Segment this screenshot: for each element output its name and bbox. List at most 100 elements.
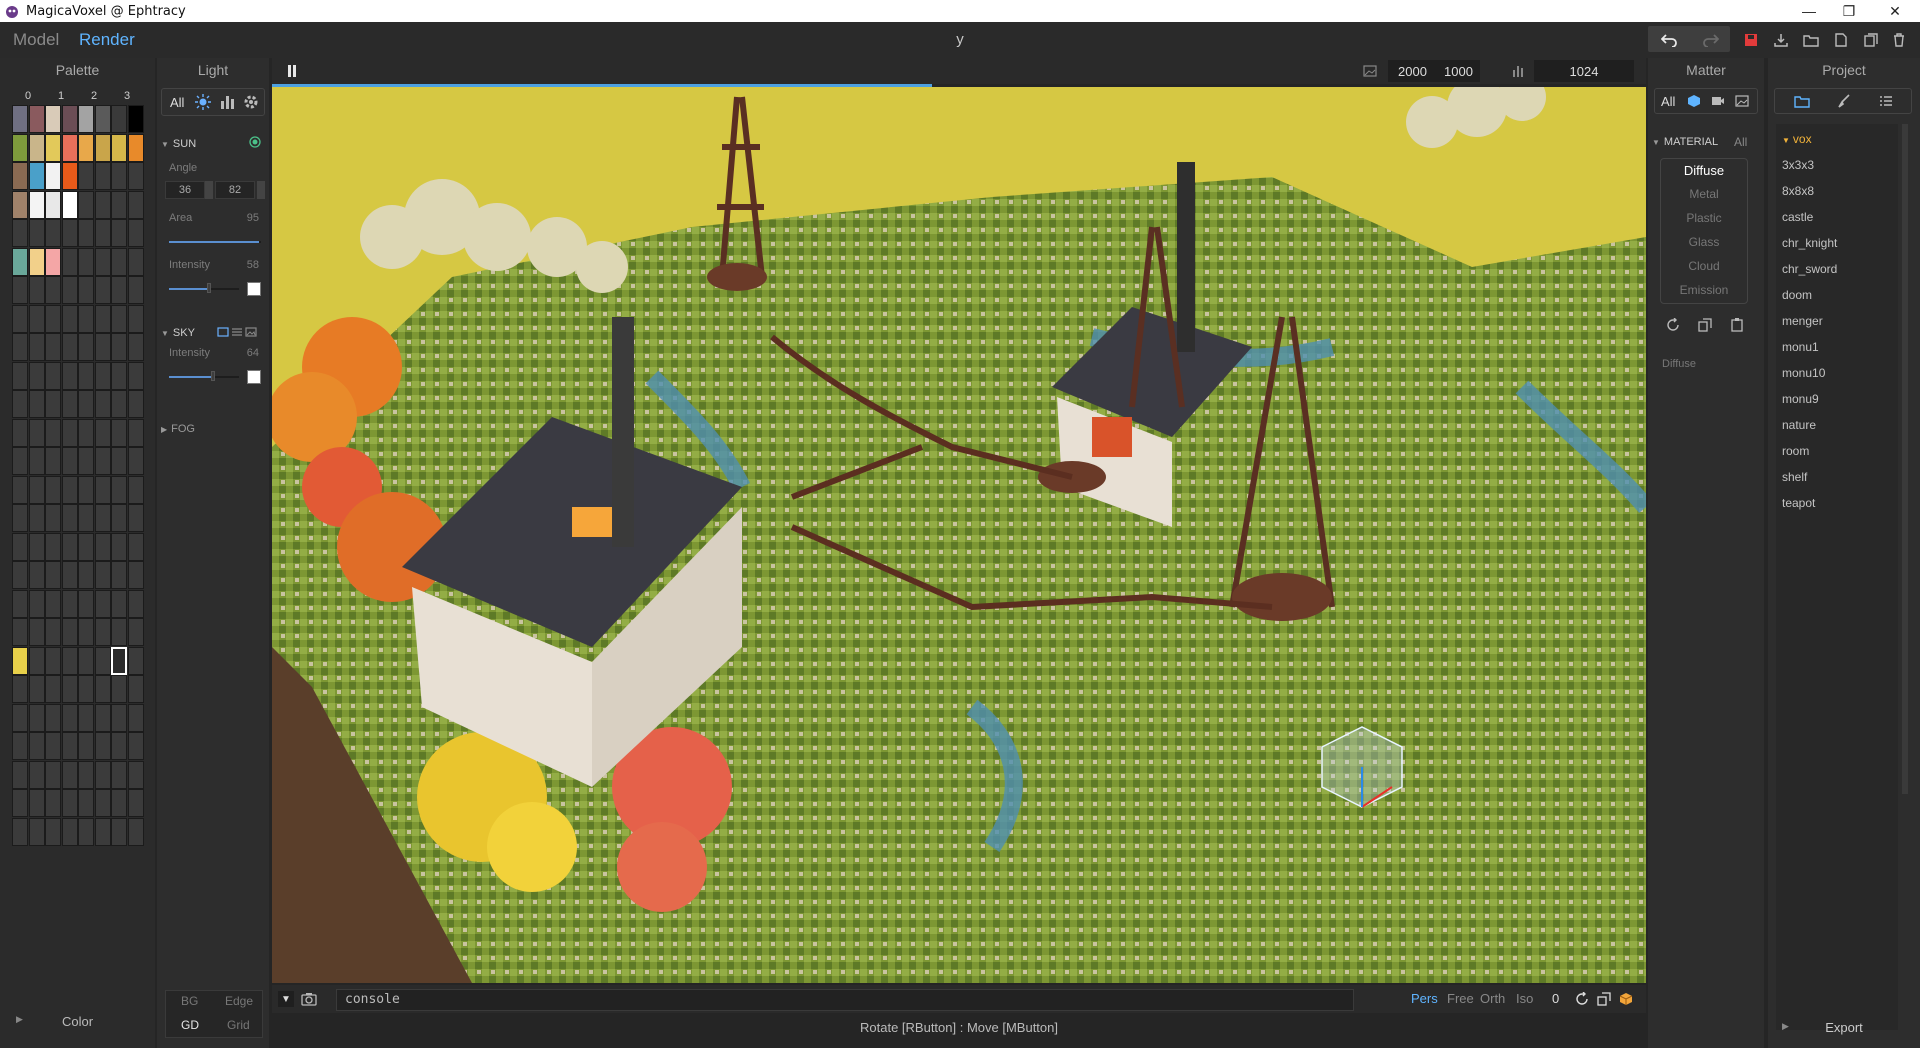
palette-swatch[interactable] bbox=[45, 532, 61, 561]
palette-swatch[interactable] bbox=[94, 190, 111, 219]
palette-swatch[interactable] bbox=[127, 675, 144, 703]
palette-swatch[interactable] bbox=[94, 390, 111, 418]
palette-swatch[interactable] bbox=[127, 105, 144, 133]
angle-a-handle[interactable] bbox=[205, 181, 213, 199]
palette-swatch[interactable] bbox=[127, 475, 144, 504]
gear-icon[interactable] bbox=[242, 94, 260, 110]
material-plastic[interactable]: Plastic bbox=[1661, 211, 1747, 225]
palette-swatch[interactable] bbox=[45, 789, 61, 817]
bg-toggle[interactable]: BG bbox=[181, 994, 198, 1008]
palette-swatch[interactable] bbox=[61, 219, 78, 247]
palette-swatch[interactable] bbox=[78, 589, 94, 618]
sun-intensity-knob[interactable] bbox=[207, 283, 211, 293]
palette-swatch[interactable] bbox=[78, 304, 94, 333]
palette-swatch[interactable] bbox=[61, 447, 78, 475]
render-width[interactable]: 2000 bbox=[1398, 64, 1427, 79]
paste-material-icon[interactable] bbox=[1728, 316, 1746, 334]
palette-swatch[interactable] bbox=[127, 447, 144, 475]
palette-swatch[interactable] bbox=[45, 589, 61, 618]
render-viewport[interactable] bbox=[272, 87, 1646, 983]
palette-swatch[interactable] bbox=[94, 589, 111, 618]
palette-swatch[interactable] bbox=[78, 276, 94, 304]
color-mode-label[interactable]: Color bbox=[0, 1014, 155, 1029]
palette-swatch[interactable] bbox=[111, 646, 127, 675]
palette-swatch[interactable] bbox=[111, 817, 127, 846]
fog-section-header[interactable]: ▶ FOG bbox=[161, 423, 195, 435]
palette-swatch[interactable] bbox=[61, 304, 78, 333]
palette-swatch[interactable] bbox=[12, 219, 28, 247]
palette-swatch[interactable] bbox=[94, 333, 111, 361]
palette-swatch[interactable] bbox=[61, 105, 78, 133]
palette-swatch[interactable] bbox=[111, 304, 127, 333]
palette-swatch[interactable] bbox=[111, 333, 127, 361]
copy-file-icon[interactable] bbox=[1860, 30, 1882, 50]
palette-swatch[interactable] bbox=[78, 732, 94, 760]
palette-swatch[interactable] bbox=[78, 789, 94, 817]
palette-swatch[interactable] bbox=[45, 618, 61, 646]
palette-swatch[interactable] bbox=[12, 760, 28, 789]
project-file[interactable]: castle bbox=[1782, 210, 1813, 224]
palette-swatch[interactable] bbox=[12, 390, 28, 418]
palette-swatch[interactable] bbox=[94, 276, 111, 304]
project-file[interactable]: 3x3x3 bbox=[1782, 158, 1814, 172]
palette-swatch[interactable] bbox=[94, 361, 111, 390]
open-folder-icon[interactable] bbox=[1800, 30, 1822, 50]
palette-swatch[interactable] bbox=[94, 646, 111, 675]
palette-swatch[interactable] bbox=[45, 475, 61, 504]
palette-swatch[interactable] bbox=[28, 418, 45, 447]
palette-swatch[interactable] bbox=[94, 219, 111, 247]
palette-swatch[interactable] bbox=[127, 561, 144, 589]
sun-section-header[interactable]: ▼ SUN bbox=[161, 138, 196, 150]
palette-swatch[interactable] bbox=[28, 447, 45, 475]
palette-swatch[interactable] bbox=[94, 618, 111, 646]
camera-slot-count[interactable]: 0 bbox=[1552, 991, 1559, 1006]
palette-swatch[interactable] bbox=[28, 162, 45, 190]
palette-swatch[interactable] bbox=[61, 190, 78, 219]
palette-swatch[interactable] bbox=[61, 133, 78, 162]
project-file[interactable]: monu1 bbox=[1782, 340, 1819, 354]
palette-swatch[interactable] bbox=[111, 390, 127, 418]
palette-swatch[interactable] bbox=[12, 817, 28, 846]
angle-b-handle[interactable] bbox=[257, 181, 265, 199]
palette-swatch[interactable] bbox=[78, 817, 94, 846]
sun-toggle-icon[interactable] bbox=[249, 136, 261, 148]
palette-swatch[interactable] bbox=[61, 561, 78, 589]
palette-swatch[interactable] bbox=[45, 504, 61, 532]
palette-swatch[interactable] bbox=[45, 333, 61, 361]
palette-swatch[interactable] bbox=[111, 675, 127, 703]
palette-swatch[interactable] bbox=[45, 817, 61, 846]
palette-swatch[interactable] bbox=[94, 304, 111, 333]
folder-vox[interactable]: ▼ vox bbox=[1782, 132, 1812, 146]
palette-swatch[interactable] bbox=[61, 247, 78, 276]
palette-swatch[interactable] bbox=[127, 361, 144, 390]
palette-swatch[interactable] bbox=[12, 732, 28, 760]
export-button[interactable]: Export bbox=[1768, 1020, 1920, 1035]
grid-toggle[interactable]: Grid bbox=[227, 1018, 250, 1032]
image-icon[interactable] bbox=[1733, 93, 1751, 109]
palette-swatch[interactable] bbox=[78, 418, 94, 447]
palette-swatch[interactable] bbox=[61, 504, 78, 532]
palette-swatch[interactable] bbox=[127, 162, 144, 190]
palette-swatch[interactable] bbox=[28, 760, 45, 789]
palette-swatch[interactable] bbox=[111, 447, 127, 475]
reset-camera-icon[interactable] bbox=[1574, 991, 1590, 1007]
palette-swatch[interactable] bbox=[94, 418, 111, 447]
palette-swatch[interactable] bbox=[78, 105, 94, 133]
project-file[interactable]: teapot bbox=[1782, 496, 1815, 510]
palette-swatch[interactable] bbox=[12, 418, 28, 447]
palette-swatch[interactable] bbox=[94, 703, 111, 732]
palette-swatch[interactable] bbox=[61, 789, 78, 817]
palette-swatch[interactable] bbox=[61, 589, 78, 618]
frame-icon[interactable] bbox=[1596, 991, 1612, 1007]
palette-swatch[interactable] bbox=[45, 646, 61, 675]
palette-swatch[interactable] bbox=[127, 219, 144, 247]
palette-swatch[interactable] bbox=[111, 133, 127, 162]
palette-swatch[interactable] bbox=[45, 561, 61, 589]
palette-swatch[interactable] bbox=[127, 504, 144, 532]
palette-swatch[interactable] bbox=[127, 333, 144, 361]
palette-swatch[interactable] bbox=[78, 703, 94, 732]
palette-swatch[interactable] bbox=[12, 333, 28, 361]
palette-swatch[interactable] bbox=[111, 532, 127, 561]
sun-icon[interactable] bbox=[194, 94, 212, 110]
palette-swatch[interactable] bbox=[45, 190, 61, 219]
